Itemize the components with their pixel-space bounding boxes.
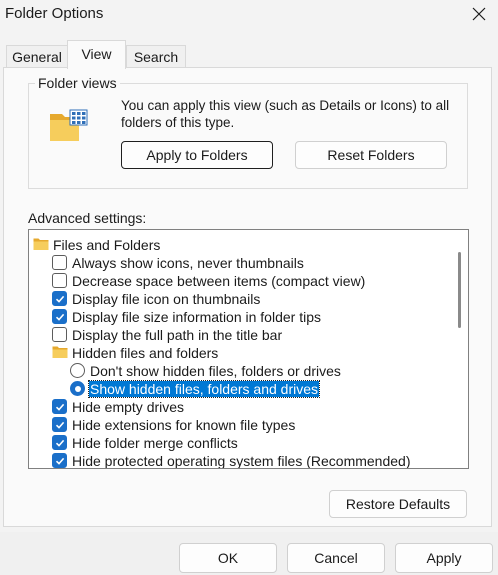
checkbox-checked[interactable] <box>52 453 67 468</box>
close-button[interactable] <box>466 2 492 26</box>
checkbox-unchecked[interactable] <box>52 255 67 270</box>
radio-option-row[interactable]: Show hidden files, folders and drives <box>70 380 468 398</box>
tree-group-row: Hidden files and folders <box>52 344 452 362</box>
folder-icon <box>33 237 49 253</box>
option-label: Decrease space between items (compact vi… <box>72 273 366 289</box>
option-label: Don't show hidden files, folders or driv… <box>90 363 341 379</box>
checkbox-unchecked[interactable] <box>52 273 67 288</box>
folder-icon <box>52 345 68 361</box>
radio-selected[interactable] <box>70 381 85 396</box>
scrollbar[interactable] <box>452 230 468 468</box>
checkbox-option-row[interactable]: Decrease space between items (compact vi… <box>52 272 452 290</box>
ok-button[interactable]: OK <box>179 543 277 573</box>
folder-view-icon <box>50 109 88 141</box>
dialog-footer: OK Cancel Apply <box>0 532 498 575</box>
checkbox-option-row[interactable]: Hide folder merge conflicts <box>52 434 452 452</box>
option-label: Hidden files and folders <box>72 345 219 361</box>
option-label: Display the full path in the title bar <box>72 327 283 343</box>
radio-unselected[interactable] <box>70 363 85 378</box>
option-label: Hide protected operating system files (R… <box>72 453 411 469</box>
advanced-settings-label: Advanced settings: <box>28 210 147 226</box>
title-bar: Folder Options <box>0 0 498 30</box>
checkbox-option-row[interactable]: Display file icon on thumbnails <box>52 290 452 308</box>
tab-strip: General View Search <box>0 40 498 69</box>
advanced-settings-list[interactable]: Files and Folders Always show icons, neve… <box>28 229 469 469</box>
checkbox-option-row[interactable]: Hide extensions for known file types <box>52 416 452 434</box>
reset-folders-button[interactable]: Reset Folders <box>295 141 447 169</box>
apply-to-folders-button[interactable]: Apply to Folders <box>121 141 273 169</box>
checkbox-option-row[interactable]: Hide empty drives <box>52 398 452 416</box>
window-title: Folder Options <box>5 5 104 22</box>
option-label: Show hidden files, folders and drives <box>87 380 321 398</box>
checkbox-option-row[interactable]: Display file size information in folder … <box>52 308 452 326</box>
checkbox-option-row[interactable]: Display the full path in the title bar <box>52 326 452 344</box>
option-label: Files and Folders <box>53 237 161 253</box>
option-label: Hide extensions for known file types <box>72 417 296 433</box>
tab-search[interactable]: Search <box>126 45 186 69</box>
checkbox-checked[interactable] <box>52 309 67 324</box>
checkbox-checked[interactable] <box>52 291 67 306</box>
checkbox-checked[interactable] <box>52 399 67 414</box>
cancel-button[interactable]: Cancel <box>287 543 385 573</box>
close-icon <box>472 7 486 21</box>
folder-views-description: You can apply this view (such as Details… <box>121 98 450 130</box>
checkbox-checked[interactable] <box>52 435 67 450</box>
option-label: Hide folder merge conflicts <box>72 435 238 451</box>
radio-option-row[interactable]: Don't show hidden files, folders or driv… <box>70 362 468 380</box>
tab-view[interactable]: View <box>67 40 126 69</box>
view-tab-panel: Folder views You can apply this view (su… <box>3 67 492 527</box>
tree-group-row: Files and Folders <box>33 236 433 254</box>
option-label: Display file size information in folder … <box>72 309 321 325</box>
scrollbar-thumb[interactable] <box>458 252 461 328</box>
apply-button[interactable]: Apply <box>395 543 493 573</box>
checkbox-option-row[interactable]: Hide protected operating system files (R… <box>52 452 452 469</box>
folder-views-group: Folder views You can apply this view (su… <box>28 75 468 189</box>
checkbox-checked[interactable] <box>52 417 67 432</box>
tab-general[interactable]: General <box>6 45 68 69</box>
option-label: Hide empty drives <box>72 399 185 415</box>
option-label: Display file icon on thumbnails <box>72 291 261 307</box>
checkbox-option-row[interactable]: Always show icons, never thumbnails <box>52 254 452 272</box>
checkbox-unchecked[interactable] <box>52 327 67 342</box>
folder-views-legend: Folder views <box>35 75 120 91</box>
restore-defaults-button[interactable]: Restore Defaults <box>329 490 467 518</box>
option-label: Always show icons, never thumbnails <box>72 255 304 271</box>
